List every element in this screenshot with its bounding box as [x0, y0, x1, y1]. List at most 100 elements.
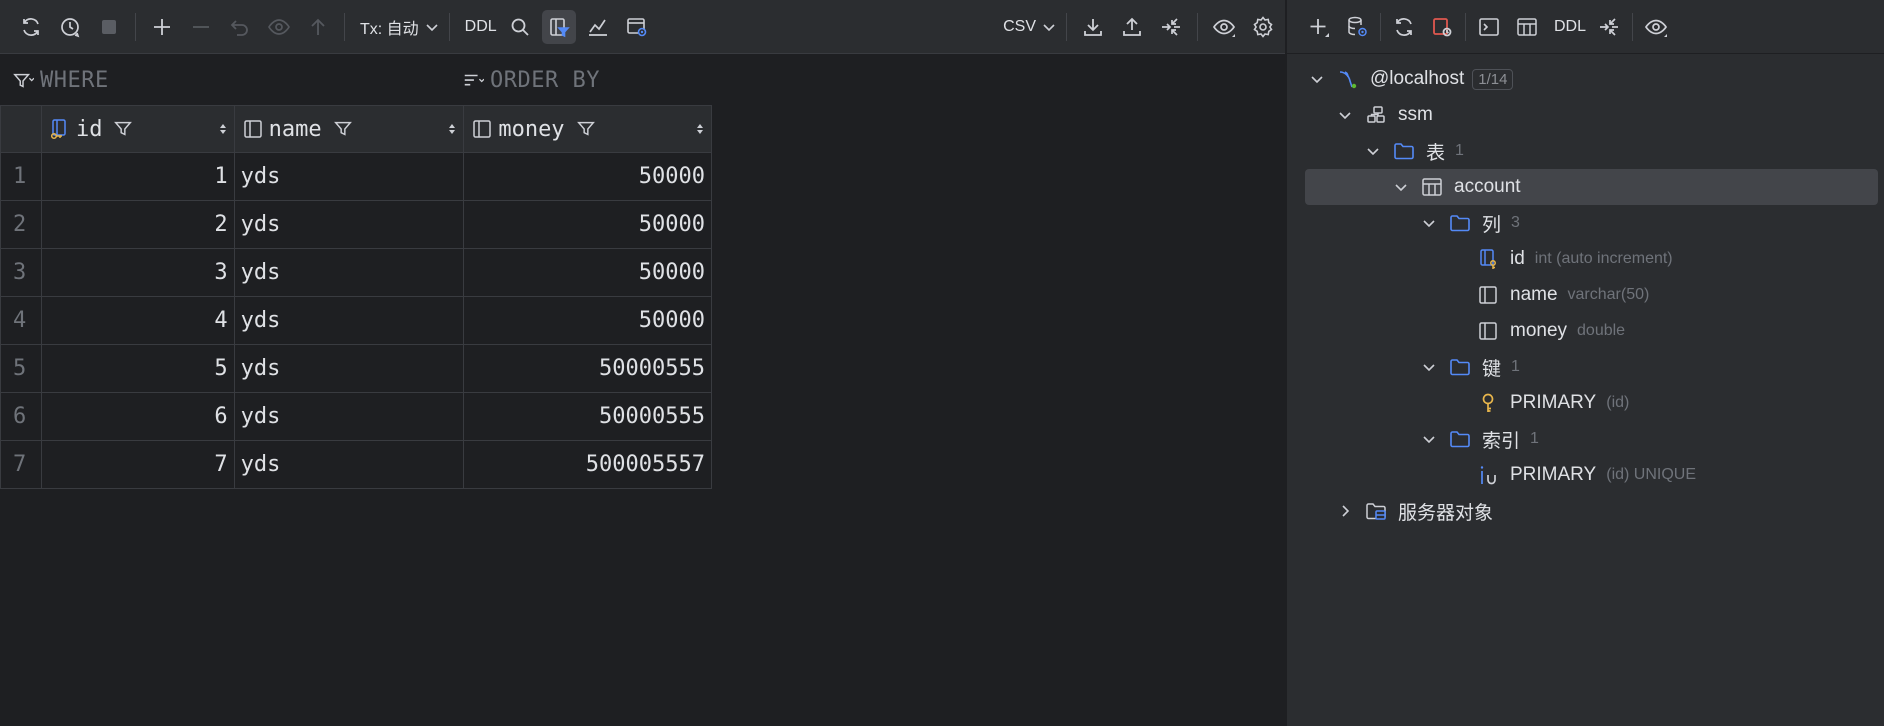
cell-name[interactable]: yds [233, 344, 465, 393]
new-button[interactable] [1302, 10, 1336, 44]
data-source-properties-button[interactable] [1340, 10, 1374, 44]
column-header-id[interactable]: id [40, 105, 235, 153]
tree-node-account-table[interactable]: account [1305, 169, 1878, 205]
preview-changes-button[interactable] [262, 10, 296, 44]
tree-node-indexes-folder[interactable]: 索引 1 [1287, 421, 1884, 457]
cell-money[interactable]: 50000 [463, 248, 712, 297]
sort-arrows-icon[interactable] [218, 122, 228, 136]
cell-name[interactable]: yds [233, 200, 465, 249]
refresh-button[interactable] [1387, 10, 1421, 44]
cell-name[interactable]: yds [233, 152, 465, 201]
chart-button[interactable] [581, 10, 615, 44]
ddl-button[interactable]: DDL [1548, 10, 1592, 44]
table-row[interactable]: 7 7 yds 500005557 [0, 440, 712, 489]
tree-node-column-id[interactable]: id int (auto increment) [1287, 241, 1884, 277]
tree-node-localhost[interactable]: @localhost 1/14 [1287, 61, 1884, 97]
column-filter-icon[interactable] [112, 118, 134, 140]
chevron-down-icon[interactable] [1336, 106, 1354, 124]
cell-money[interactable]: 50000555 [463, 392, 712, 441]
order-by-field[interactable]: ORDER BY [462, 68, 600, 93]
sort-arrows-icon[interactable] [695, 122, 705, 136]
table-row[interactable]: 4 4 yds 50000 [0, 296, 712, 345]
chevron-down-icon[interactable] [1364, 142, 1382, 160]
cell-id[interactable]: 4 [40, 296, 235, 345]
row-number[interactable]: 2 [0, 200, 42, 249]
toolbar-separator [1066, 12, 1067, 41]
chevron-down-icon[interactable] [1308, 70, 1326, 88]
view-options-button[interactable] [1207, 10, 1241, 44]
row-number[interactable]: 7 [0, 440, 42, 489]
cell-name[interactable]: yds [233, 440, 465, 489]
download-button[interactable] [1076, 10, 1110, 44]
chevron-down-icon[interactable] [1420, 430, 1438, 448]
search-button[interactable] [503, 10, 537, 44]
cell-id[interactable]: 2 [40, 200, 235, 249]
cell-money[interactable]: 50000 [463, 152, 712, 201]
add-row-button[interactable] [145, 10, 179, 44]
chevron-down-icon[interactable] [1420, 214, 1438, 232]
submit-button[interactable] [301, 10, 335, 44]
view-options-button[interactable] [1639, 10, 1673, 44]
history-button[interactable] [53, 10, 87, 44]
tree-node-ssm[interactable]: ssm [1287, 97, 1884, 133]
schema-count-badge[interactable]: 1/14 [1472, 68, 1514, 90]
compare-button[interactable] [1592, 10, 1626, 44]
table-row[interactable]: 2 2 yds 50000 [0, 200, 712, 249]
query-console-button[interactable] [1472, 10, 1506, 44]
column-filter-icon[interactable] [332, 118, 354, 140]
table-row[interactable]: 1 1 yds 50000 [0, 152, 712, 201]
cell-money[interactable]: 50000 [463, 296, 712, 345]
view-query-button[interactable] [620, 10, 654, 44]
cell-id[interactable]: 3 [40, 248, 235, 297]
transaction-mode-dropdown[interactable]: Tx: 自动 [354, 10, 445, 44]
open-table-button[interactable] [1510, 10, 1544, 44]
tree-node-primary-index[interactable]: PRIMARY (id) UNIQUE [1287, 457, 1884, 493]
remove-row-button[interactable] [184, 10, 218, 44]
export-format-dropdown[interactable]: CSV [997, 10, 1062, 44]
tree-node-primary-key[interactable]: PRIMARY (id) [1287, 385, 1884, 421]
cell-id[interactable]: 7 [40, 440, 235, 489]
table-row[interactable]: 3 3 yds 50000 [0, 248, 712, 297]
refresh-button[interactable] [14, 10, 48, 44]
chevron-down-icon[interactable] [1392, 178, 1410, 196]
compare-button[interactable] [1154, 10, 1188, 44]
table-row[interactable]: 5 5 yds 50000555 [0, 344, 712, 393]
cell-id[interactable]: 1 [40, 152, 235, 201]
settings-button[interactable] [1246, 10, 1280, 44]
ddl-button[interactable]: DDL [459, 10, 503, 44]
filter-panel-toggle[interactable] [541, 9, 576, 44]
cell-id[interactable]: 5 [40, 344, 235, 393]
tree-node-column-money[interactable]: money double [1287, 313, 1884, 349]
row-number[interactable]: 5 [0, 344, 42, 393]
where-filter-field[interactable]: WHERE [12, 68, 109, 93]
tree-node-column-name[interactable]: name varchar(50) [1287, 277, 1884, 313]
cell-money[interactable]: 50000 [463, 200, 712, 249]
cell-name[interactable]: yds [233, 392, 465, 441]
cell-money[interactable]: 500005557 [463, 440, 712, 489]
stop-button[interactable] [92, 10, 126, 44]
row-number[interactable]: 6 [0, 392, 42, 441]
row-number[interactable]: 1 [0, 152, 42, 201]
column-filter-icon[interactable] [575, 118, 597, 140]
chevron-down-icon[interactable] [1420, 358, 1438, 376]
column-header-money[interactable]: money [463, 105, 712, 153]
cell-id[interactable]: 6 [40, 392, 235, 441]
row-number[interactable]: 3 [0, 248, 42, 297]
chevron-right-icon[interactable] [1336, 502, 1354, 520]
tree-node-tables-folder[interactable]: 表 1 [1287, 133, 1884, 169]
sort-arrows-icon[interactable] [447, 122, 457, 136]
undo-button[interactable] [223, 10, 257, 44]
tree-node-server-objects[interactable]: 服务器对象 [1287, 493, 1884, 529]
folder-icon [1450, 431, 1470, 448]
row-number[interactable]: 4 [0, 296, 42, 345]
grid-corner-cell[interactable] [0, 105, 42, 153]
tree-node-keys-folder[interactable]: 键 1 [1287, 349, 1884, 385]
cell-name[interactable]: yds [233, 248, 465, 297]
column-header-name[interactable]: name [233, 105, 465, 153]
table-row[interactable]: 6 6 yds 50000555 [0, 392, 712, 441]
upload-button[interactable] [1115, 10, 1149, 44]
tree-node-columns-folder[interactable]: 列 3 [1287, 205, 1884, 241]
cell-name[interactable]: yds [233, 296, 465, 345]
cell-money[interactable]: 50000555 [463, 344, 712, 393]
disconnect-button[interactable] [1425, 10, 1459, 44]
